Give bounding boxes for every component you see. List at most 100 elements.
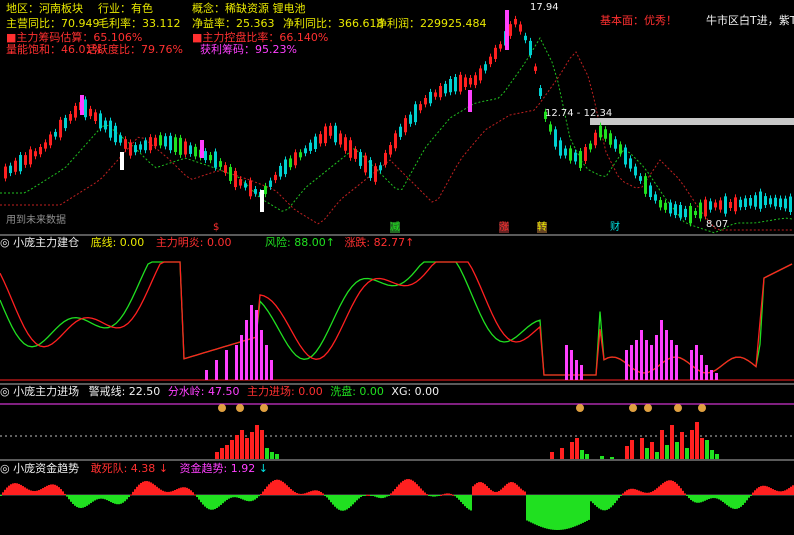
candle-body (134, 145, 137, 153)
fund-trend-bar (234, 495, 236, 498)
candle-body (409, 114, 412, 124)
candle-body (434, 92, 437, 97)
arrow-down-icon: ↓ (258, 462, 268, 475)
fund-trend-bar (186, 487, 188, 495)
fund-trend-bar (170, 491, 172, 495)
fund-trend-bar (432, 495, 434, 497)
fund-trend-bar (750, 495, 752, 496)
candle-body (754, 195, 757, 207)
panel3-dead-team: 敢死队: 4.38 (90, 462, 156, 475)
candle-body (589, 143, 592, 150)
fund-trend-bar (726, 495, 728, 506)
entry-bar (255, 425, 259, 460)
candle-body (484, 64, 487, 71)
fund-trend-bar (626, 490, 628, 495)
fund-trend-bar (692, 495, 694, 502)
fund-trend-bar (746, 495, 748, 501)
fund-trend-bar (544, 495, 546, 529)
fund-trend-bar (528, 495, 530, 522)
fund-trend-bar (158, 488, 160, 495)
candle-body (594, 132, 597, 146)
fund-trend-bar (94, 495, 96, 501)
fund-trend-bar (686, 495, 688, 496)
fund-trend-bar (130, 494, 132, 496)
fund-trend-bar (2, 492, 4, 495)
fund-trend-bar (708, 495, 710, 500)
candle-body (39, 146, 42, 155)
fund-trend-bar (282, 481, 284, 495)
build-bar (240, 335, 243, 380)
fund-trend-bar (276, 479, 278, 495)
candle-body (669, 202, 672, 214)
fund-trend-bar (582, 495, 584, 523)
fund-trend-bar (256, 495, 258, 499)
candle-body (19, 154, 22, 172)
fund-trend-bar (720, 495, 722, 501)
candle-body (694, 210, 697, 216)
candle-body (744, 198, 747, 207)
fund-trend-bar (356, 495, 358, 501)
fund-trend-bar (114, 495, 116, 504)
candle-body (344, 137, 347, 151)
candle-body (574, 152, 577, 162)
fund-trend-bar (328, 495, 330, 500)
fund-trend-bar (594, 495, 596, 506)
fund-trend-bar (670, 480, 672, 495)
fund-trend-bar (508, 482, 510, 495)
fund-trend-bar (416, 484, 418, 495)
fund-trend-bar (146, 481, 148, 495)
candle-body (474, 75, 477, 86)
fund-trend-bar (764, 485, 766, 495)
panel-toggle-icon[interactable]: ◎ (0, 462, 10, 475)
panel-toggle-icon[interactable]: ◎ (0, 236, 10, 249)
fund-trend-bar (438, 495, 440, 496)
fund-trend-bar (458, 495, 460, 500)
candle-body (654, 194, 657, 201)
candle-body (34, 151, 37, 157)
candle-body (564, 148, 567, 156)
fund-trend-bar (226, 495, 228, 500)
fund-trend-bar (236, 495, 238, 498)
panel-toggle-icon[interactable]: ◎ (0, 385, 10, 398)
candle-body (159, 135, 162, 146)
range-label: 12.74 - 12.34 (545, 108, 613, 119)
candle-body (704, 199, 707, 217)
candle-body (234, 170, 237, 188)
fund-trend-bar (402, 480, 404, 495)
candle-body (74, 105, 77, 118)
fund-trend-bar (494, 491, 496, 495)
candlestick-chart[interactable] (0, 0, 794, 235)
entry-bar (640, 438, 644, 460)
candle-body (569, 148, 572, 161)
candle-body (364, 155, 367, 173)
highlight-candle (200, 140, 204, 158)
fund-trend-bar (34, 491, 36, 495)
fund-trend-bar (322, 493, 324, 495)
build-bar (225, 350, 228, 380)
fund-trend-bar (92, 495, 94, 502)
fund-trend-bar (84, 495, 86, 507)
candle-body (69, 114, 72, 121)
fund-trend-bar (48, 484, 50, 495)
fund-trend-bar (230, 495, 232, 498)
fund-trend-bar (168, 491, 170, 495)
candle-body (209, 154, 212, 161)
fund-trend-bar (744, 495, 746, 503)
fund-trend-bar (476, 482, 478, 495)
candle-body (189, 145, 192, 154)
candle-body (194, 146, 197, 157)
candle-body (769, 198, 772, 205)
candle-body (129, 142, 132, 156)
fund-trend-bar (636, 489, 638, 495)
candle-body (84, 99, 87, 118)
fund-trend-bar (506, 483, 508, 495)
fund-trend-bar (482, 482, 484, 495)
fund-trend-bar (584, 495, 586, 522)
fund-trend-bar (548, 495, 550, 530)
fund-trend-bar (754, 490, 756, 495)
fund-trend-bar (72, 495, 74, 504)
fund-trend-bar (526, 495, 528, 521)
candle-body (4, 166, 7, 179)
candle-body (329, 125, 332, 136)
fund-trend-bar (486, 486, 488, 495)
